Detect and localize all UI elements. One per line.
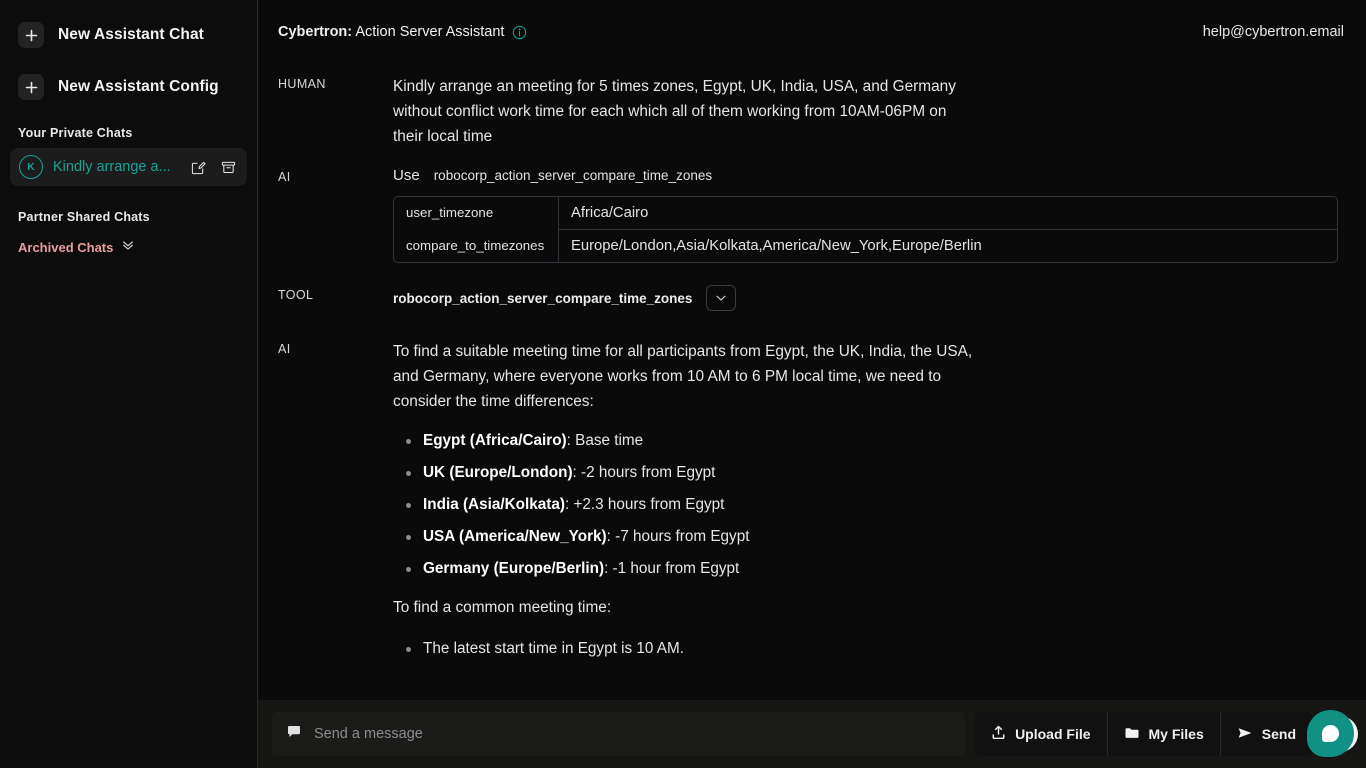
new-assistant-chat-button[interactable]: New Assistant Chat (0, 16, 257, 54)
avatar: K (19, 155, 43, 179)
archived-chats-label: Archived Chats (18, 240, 114, 255)
upload-file-label: Upload File (1015, 726, 1091, 742)
human-message-text: Kindly arrange an meeting for 5 times zo… (393, 78, 956, 145)
list-item-rest: : +2.3 hours from Egypt (564, 496, 725, 513)
ai-outro-text: To find a common meeting time: (393, 599, 612, 616)
use-label: Use (393, 167, 420, 184)
partner-shared-chats-heading: Partner Shared Chats (18, 210, 150, 224)
main-panel: Cybertron: Action Server Assistant help@… (258, 0, 1366, 768)
chat-bubble-icon (286, 724, 302, 745)
list-item-bold: India (Asia/Kolkata) (423, 496, 565, 513)
my-files-button[interactable]: My Files (1108, 712, 1221, 756)
search-input[interactable]: Send a message (272, 712, 966, 756)
page-title: Cybertron: Action Server Assistant (278, 24, 504, 40)
argument-key: user_timezone (394, 197, 559, 230)
chat-assistant-bubble-icon[interactable] (1307, 710, 1354, 757)
archive-box-icon[interactable] (218, 157, 238, 177)
table-row: user_timezone Africa/Cairo (394, 197, 1337, 230)
edit-pencil-icon[interactable] (188, 157, 208, 177)
list-item-rest: : -1 hour from Egypt (604, 560, 740, 577)
timezone-list: Egypt (Africa/Cairo): Base time UK (Euro… (393, 428, 1338, 581)
top-bar: Cybertron: Action Server Assistant help@… (258, 0, 1366, 64)
message-human: HUMAN Kindly arrange an meeting for 5 ti… (278, 74, 1338, 149)
list-item: USA (America/New_York): -7 hours from Eg… (393, 524, 1338, 549)
list-item: Germany (Europe/Berlin): -1 hour from Eg… (393, 556, 1338, 581)
list-item: Egypt (Africa/Cairo): Base time (393, 428, 1338, 453)
send-label: Send (1261, 726, 1296, 742)
app-root: New Assistant Chat New Assistant Config … (0, 0, 1366, 768)
sidebar: New Assistant Chat New Assistant Config … (0, 0, 258, 768)
double-chevron-down-icon (121, 238, 135, 257)
list-item-bold: Egypt (Africa/Cairo) (423, 432, 567, 449)
breadcrumb: Cybertron: Action Server Assistant (278, 24, 527, 40)
conversation-scroll[interactable]: HUMAN Kindly arrange an meeting for 5 ti… (258, 64, 1366, 700)
list-item-rest: The latest start time in Egypt is 10 AM. (423, 640, 685, 657)
list-item-bold: USA (America/New_York) (423, 528, 607, 545)
argument-value: Europe/London,Asia/Kolkata,America/New_Y… (571, 238, 982, 254)
common-time-list: The latest start time in Egypt is 10 AM. (393, 636, 1338, 661)
send-button[interactable]: Send (1221, 712, 1312, 756)
ai-intro-text: To find a suitable meeting time for all … (393, 343, 973, 410)
chat-item-title: Kindly arrange a... (53, 159, 171, 175)
composer-bar: Send a message Upload File My Files Send (258, 700, 1366, 768)
table-row: compare_to_timezones Europe/London,Asia/… (394, 230, 1337, 262)
new-assistant-chat-label: New Assistant Chat (58, 26, 204, 43)
brand-name: Cybertron: (278, 24, 353, 40)
plus-icon (18, 74, 44, 100)
message-role: HUMAN (278, 77, 326, 91)
tool-function-name: robocorp_action_server_compare_time_zone… (433, 168, 713, 183)
my-files-label: My Files (1148, 726, 1204, 742)
archived-chats-toggle[interactable]: Archived Chats (0, 230, 257, 265)
new-assistant-config-button[interactable]: New Assistant Config (0, 68, 257, 106)
message-input-placeholder: Send a message (314, 726, 423, 742)
tool-result-row: robocorp_action_server_compare_time_zone… (393, 285, 1338, 311)
tool-result-name: robocorp_action_server_compare_time_zone… (393, 290, 693, 306)
private-chats-heading: Your Private Chats (18, 126, 133, 140)
tool-arguments-table: user_timezone Africa/Cairo compare_to_ti… (393, 196, 1338, 263)
list-item-bold: Germany (Europe/Berlin) (423, 560, 605, 577)
message-role: AI (278, 170, 291, 184)
list-item: The latest start time in Egypt is 10 AM. (393, 636, 1338, 661)
upload-file-button[interactable]: Upload File (975, 712, 1108, 756)
list-item-bold: UK (Europe/London) (423, 464, 573, 481)
message-tool: TOOL robocorp_action_server_compare_time… (278, 285, 1338, 311)
list-item[interactable]: K Kindly arrange a... (10, 148, 247, 186)
composer-actions: Upload File My Files Send (975, 712, 1312, 756)
upload-icon (991, 725, 1006, 743)
message-ai-answer: AI To find a suitable meeting time for a… (278, 339, 1338, 675)
assistant-bubble-inner (1322, 725, 1339, 742)
message-role: TOOL (278, 288, 314, 302)
chevron-down-icon[interactable] (706, 285, 737, 311)
message-ai-toolcall: AI Use robocorp_action_server_compare_ti… (278, 167, 1338, 263)
list-item-rest: : -7 hours from Egypt (606, 528, 750, 545)
new-assistant-config-label: New Assistant Config (58, 78, 219, 95)
account-email[interactable]: help@cybertron.email (1203, 24, 1344, 40)
list-item-rest: : -2 hours from Egypt (572, 464, 716, 481)
info-circle-icon[interactable] (512, 25, 527, 40)
list-item: India (Asia/Kolkata): +2.3 hours from Eg… (393, 492, 1338, 517)
tool-invocation-line: Use robocorp_action_server_compare_time_… (393, 167, 1338, 184)
argument-value: Africa/Cairo (559, 197, 1337, 230)
plus-icon (18, 22, 44, 48)
argument-key: compare_to_timezones (394, 230, 559, 262)
brand-subtitle: Action Server Assistant (355, 24, 505, 40)
message-role: AI (278, 342, 291, 356)
folder-icon (1124, 725, 1140, 744)
list-item-rest: : Base time (566, 432, 644, 449)
send-paper-plane-icon (1237, 725, 1253, 744)
list-item: UK (Europe/London): -2 hours from Egypt (393, 460, 1338, 485)
